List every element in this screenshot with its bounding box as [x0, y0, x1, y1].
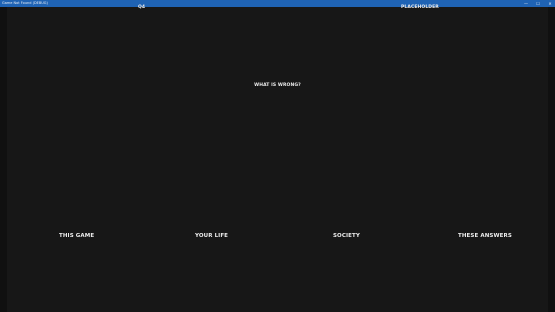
player-name: PLACEHOLDER	[401, 5, 439, 10]
left-border	[0, 7, 7, 312]
answer-options: THIS GAME YOUR LIFE SOCIETY THESE ANSWER…	[7, 233, 548, 243]
game-canvas	[0, 7, 555, 312]
question-number: Q4	[138, 5, 146, 10]
question-text: WHAT IS WRONG?	[254, 83, 301, 88]
title-bar[interactable]: Game Not Found (DEBUG) — ☐ ✕	[0, 0, 555, 7]
answer-option-1[interactable]: THIS GAME	[59, 233, 94, 239]
window-title: Game Not Found (DEBUG)	[2, 1, 48, 5]
answer-option-3[interactable]: SOCIETY	[333, 233, 360, 239]
window-controls: — ☐ ✕	[523, 0, 553, 7]
answer-option-2[interactable]: YOUR LIFE	[195, 233, 228, 239]
right-border	[548, 7, 555, 312]
close-button[interactable]: ✕	[547, 0, 553, 7]
minimize-button[interactable]: —	[523, 0, 529, 7]
maximize-button[interactable]: ☐	[535, 0, 541, 7]
app-window: Game Not Found (DEBUG) — ☐ ✕ Q4 PLACEHOL…	[0, 0, 555, 312]
answer-option-4[interactable]: THESE ANSWERS	[458, 233, 512, 239]
